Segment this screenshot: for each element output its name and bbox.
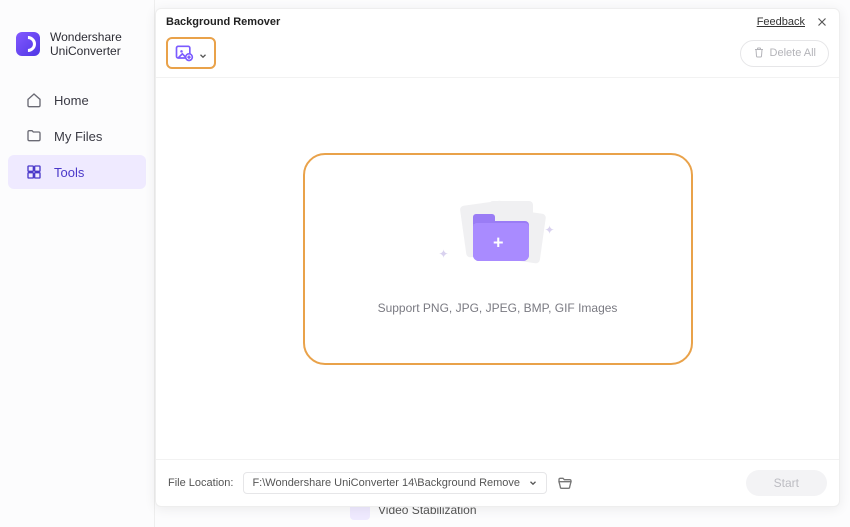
add-image-icon [174,43,194,63]
sparkle-icon: ✦ [439,247,449,261]
add-files-button[interactable] [166,37,216,69]
modal-title: Background Remover [166,16,280,28]
sidebar: Wondershare UniConverter Home My Files T… [0,0,155,527]
file-location-select[interactable]: F:\Wondershare UniConverter 14\Backgroun… [243,472,547,494]
modal-toolbar: Delete All [156,33,839,78]
delete-all-button[interactable]: Delete All [740,40,829,67]
brand-logo-icon [16,32,40,56]
folder-icon [26,128,42,144]
file-location-path: F:\Wondershare UniConverter 14\Backgroun… [252,477,520,489]
brand-line2: UniConverter [50,44,122,58]
tools-icon [26,164,42,180]
close-icon[interactable] [815,15,829,29]
drop-illustration: ✦ ✦ + [443,197,553,277]
home-icon [26,92,42,108]
feedback-link[interactable]: Feedback [757,16,805,28]
folder-add-icon: + [473,221,529,261]
trash-icon [753,46,765,61]
sidebar-item-label: My Files [54,129,102,144]
sparkle-icon: ✦ [544,223,554,237]
sidebar-item-label: Tools [54,165,84,180]
open-folder-button[interactable] [557,475,573,491]
sidebar-item-my-files[interactable]: My Files [8,119,146,153]
plus-icon: + [493,232,504,253]
modal-footer: File Location: F:\Wondershare UniConvert… [156,459,839,506]
sidebar-item-tools[interactable]: Tools [8,155,146,189]
delete-all-label: Delete All [770,47,816,59]
brand-line1: Wondershare [50,30,122,44]
sidebar-item-home[interactable]: Home [8,83,146,117]
brand-text: Wondershare UniConverter [50,30,122,58]
brand: Wondershare UniConverter [0,30,154,82]
support-text: Support PNG, JPG, JPEG, BMP, GIF Images [378,301,618,315]
start-button[interactable]: Start [746,470,827,496]
chevron-down-icon [528,478,538,488]
sidebar-item-label: Home [54,93,89,108]
background-remover-modal: Background Remover Feedback [155,8,840,507]
file-location-label: File Location: [168,477,233,489]
modal-header: Background Remover Feedback [156,9,839,33]
drop-area[interactable]: ✦ ✦ + Support PNG, JPG, JPEG, BMP, GIF I… [303,153,693,365]
drop-area-wrap: ✦ ✦ + Support PNG, JPG, JPEG, BMP, GIF I… [156,78,839,459]
chevron-down-icon [198,48,208,58]
start-label: Start [774,476,799,490]
